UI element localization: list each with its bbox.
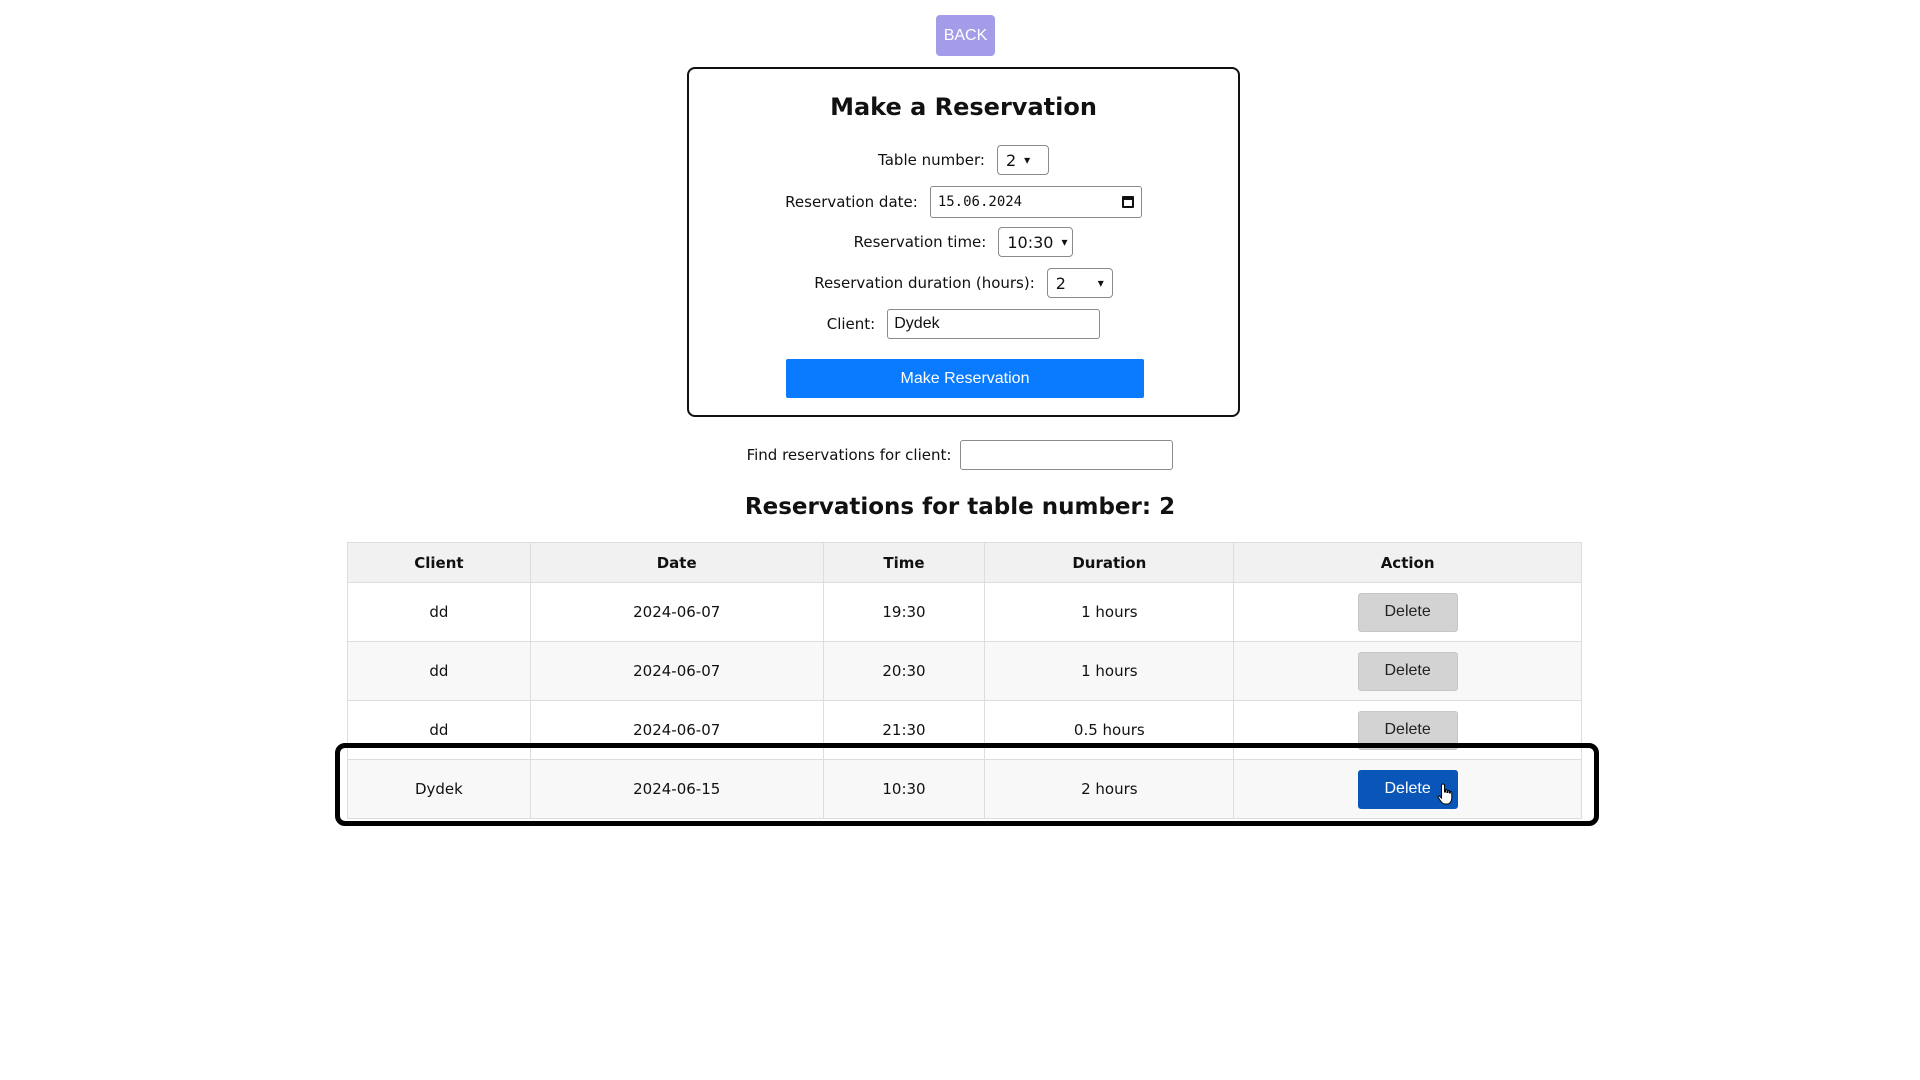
cell-action: Delete	[1233, 582, 1582, 642]
reservation-date-row: Reservation date: 15.06.2024	[689, 186, 1238, 218]
reservations-title: Reservations for table number: 2	[744, 494, 1176, 520]
cell-date: 2024-06-15	[529, 759, 824, 819]
page: BACK Make a Reservation Table number: 2 …	[0, 0, 1920, 1080]
cell-duration: 2 hours	[984, 759, 1235, 819]
cell-duration: 1 hours	[984, 582, 1235, 642]
table-row: Dydek 2024-06-15 10:30 2 hours Delete	[347, 759, 1582, 819]
cell-date: 2024-06-07	[529, 582, 824, 642]
delete-button[interactable]: Delete	[1357, 710, 1458, 750]
reservation-time-value: 10:30	[1007, 232, 1054, 252]
reservation-date-input[interactable]: 15.06.2024	[929, 186, 1142, 218]
table-row: dd 2024-06-07 20:30 1 hours Delete	[347, 641, 1582, 701]
chevron-down-icon: ▾	[1024, 153, 1031, 167]
column-header-time: Time	[822, 542, 986, 583]
client-label: Client:	[826, 315, 876, 333]
client-search-input[interactable]	[960, 440, 1174, 470]
table-header-row: Client Date Time Duration Action	[347, 542, 1582, 583]
cell-action: Delete	[1233, 641, 1582, 701]
cell-client: Dydek	[347, 759, 531, 819]
reservation-duration-label: Reservation duration (hours):	[814, 274, 1035, 292]
client-search: Find reservations for client:	[0, 440, 1920, 470]
column-header-duration: Duration	[984, 542, 1235, 583]
cell-date: 2024-06-07	[529, 641, 824, 701]
reservation-time-label: Reservation time:	[853, 233, 987, 251]
chevron-down-icon: ▾	[1097, 276, 1104, 290]
cell-client: dd	[347, 582, 531, 642]
hand-cursor-icon	[1437, 783, 1453, 805]
cell-duration: 1 hours	[984, 641, 1235, 701]
form-title: Make a Reservation	[830, 93, 1097, 121]
reservation-form: Make a Reservation Table number: 2 ▾ Res…	[687, 67, 1240, 417]
cell-duration: 0.5 hours	[984, 700, 1235, 760]
client-value: Dydek	[894, 315, 940, 332]
table-number-value: 2	[1005, 150, 1017, 170]
back-button[interactable]: BACK	[936, 15, 995, 56]
column-header-date: Date	[529, 542, 824, 583]
table-number-row: Table number: 2 ▾	[689, 145, 1238, 175]
calendar-icon[interactable]	[1121, 196, 1134, 208]
table-row: dd 2024-06-07 19:30 1 hours Delete	[347, 582, 1582, 642]
cell-client: dd	[347, 700, 531, 760]
reservation-date-value: 15.06.2024	[937, 194, 1023, 210]
chevron-down-icon: ▾	[1061, 235, 1068, 249]
reservation-duration-value: 2	[1055, 273, 1066, 293]
cell-action: Delete	[1233, 700, 1582, 760]
delete-button[interactable]: Delete	[1357, 651, 1458, 691]
cell-date: 2024-06-07	[529, 700, 824, 760]
cell-time: 19:30	[822, 582, 986, 642]
cell-time: 21:30	[822, 700, 986, 760]
delete-button[interactable]: Delete	[1357, 592, 1458, 632]
reservation-date-label: Reservation date:	[785, 193, 918, 211]
reservation-duration-row: Reservation duration (hours): 2 ▾	[689, 268, 1238, 298]
cell-action: Delete	[1233, 759, 1582, 819]
reservation-time-row: Reservation time: 10:30 ▾	[689, 227, 1238, 257]
table-number-label: Table number:	[878, 151, 985, 169]
client-input[interactable]: Dydek	[887, 309, 1101, 339]
reservation-time-select[interactable]: 10:30 ▾	[998, 227, 1074, 257]
column-header-client: Client	[347, 542, 531, 583]
cell-time: 20:30	[822, 641, 986, 701]
cell-time: 10:30	[822, 759, 986, 819]
make-reservation-button[interactable]: Make Reservation	[786, 359, 1144, 398]
reservation-duration-select[interactable]: 2 ▾	[1046, 268, 1113, 298]
table-number-select[interactable]: 2 ▾	[996, 145, 1049, 175]
column-header-action: Action	[1233, 542, 1582, 583]
reservations-table: Client Date Time Duration Action dd 2024…	[347, 542, 1582, 819]
client-row: Client: Dydek	[689, 309, 1238, 339]
client-search-label: Find reservations for client:	[746, 446, 952, 464]
cell-client: dd	[347, 641, 531, 701]
table-row: dd 2024-06-07 21:30 0.5 hours Delete	[347, 700, 1582, 760]
